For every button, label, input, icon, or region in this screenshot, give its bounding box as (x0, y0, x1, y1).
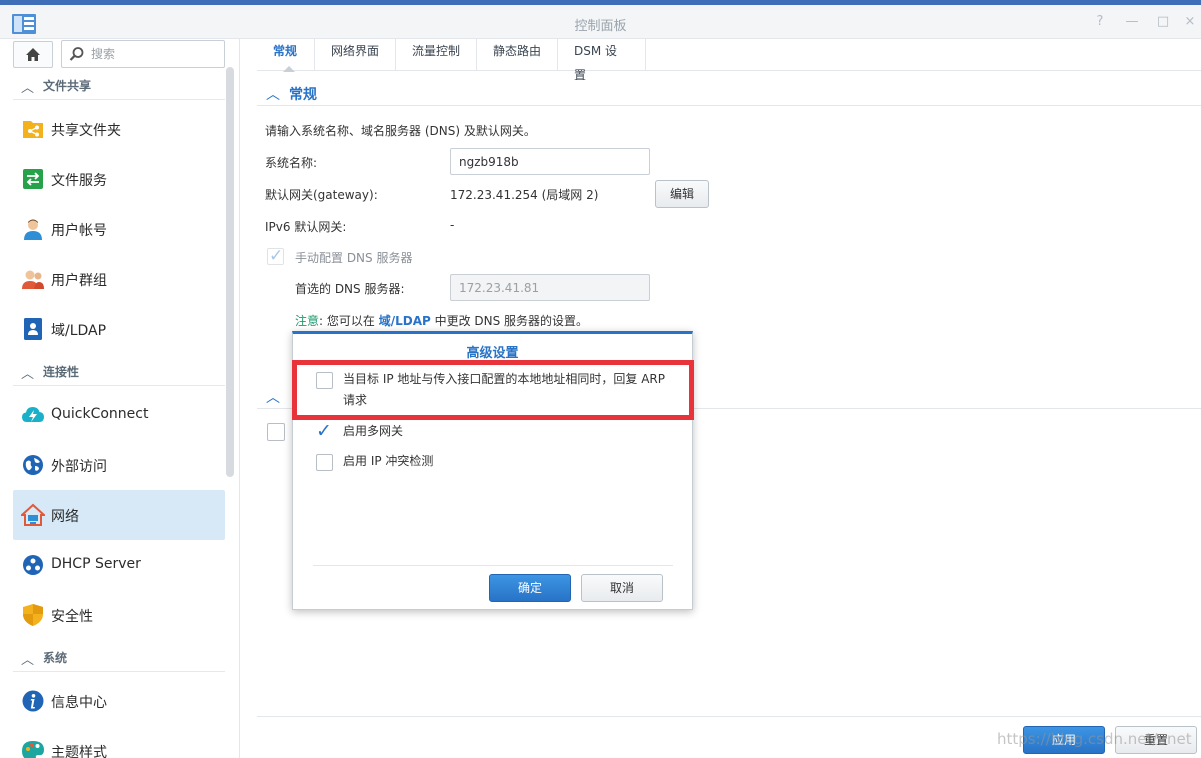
server-name-input[interactable] (450, 148, 650, 175)
sidebar-item-domain-ldap[interactable]: 域/LDAP (13, 304, 225, 354)
gateway-value: 172.23.41.254 (局域网 2) (450, 188, 599, 202)
sidebar-item-label: 主题样式 (51, 745, 107, 758)
sidebar-item-label: 文件服务 (51, 173, 107, 189)
sidebar-scrollbar[interactable] (226, 67, 234, 477)
chevron-up-icon: ︿ (21, 367, 35, 382)
tab-dsm-settings[interactable]: DSM 设置 (558, 39, 646, 82)
preferred-dns-label: 首选的 DNS 服务器: (295, 282, 405, 296)
checkmark-icon: ✓ (269, 246, 284, 266)
sidebar-item-shared-folder[interactable]: 共享文件夹 (13, 104, 225, 154)
sidebar-item-network[interactable]: 网络 (13, 490, 225, 540)
sidebar-item-external-access[interactable]: 外部访问 (13, 440, 225, 490)
watermark-text: https://blog.csdn.net/..net (997, 730, 1192, 748)
multi-gateway-checkbox[interactable]: ✓ (316, 420, 333, 442)
tab-static-route[interactable]: 静态路由 (477, 39, 558, 71)
background-checkbox[interactable] (267, 423, 285, 441)
user-icon (24, 219, 42, 240)
general-description: 请输入系统名称、域名服务器 (DNS) 及默认网关。 (265, 124, 536, 138)
chevron-up-icon: ︿ (21, 653, 35, 668)
sidebar-item-theme[interactable]: 主题样式 (13, 726, 225, 758)
section-general-title: 常规 (289, 87, 317, 103)
dialog-ok-button[interactable]: 确定 (489, 574, 571, 602)
sidebar-item-label: 共享文件夹 (51, 123, 121, 139)
section-label: 系统 (43, 651, 68, 665)
section-file-sharing[interactable]: ︿ 文件共享 (13, 70, 225, 100)
note-text-post: 中更改 DNS 服务器的设置。 (430, 314, 589, 328)
sidebar-item-info-center[interactable]: 信息中心 (13, 676, 225, 726)
note-text-pre: : 您可以在 (319, 314, 379, 328)
sidebar-item-label: 用户群组 (51, 273, 107, 289)
dialog-cancel-button[interactable]: 取消 (581, 574, 663, 602)
dns-note: 注意: 您可以在 域/LDAP 中更改 DNS 服务器的设置。 (295, 312, 588, 329)
chevron-up-icon: ︿ (21, 81, 35, 96)
ipv6-gateway-value: - (450, 218, 455, 232)
tab-general[interactable]: 常规 (257, 39, 315, 72)
chevron-up-icon: ︿ (266, 390, 280, 406)
shared-folder-icon (23, 121, 43, 138)
server-name-label: 系统名称: (265, 156, 318, 170)
search-icon (69, 47, 84, 61)
info-icon (22, 690, 44, 712)
home-button[interactable] (13, 41, 53, 68)
domain-ldap-icon (24, 318, 42, 340)
sidebar-item-group[interactable]: 用户群组 (13, 254, 225, 304)
sidebar-item-file-services[interactable]: 文件服务 (13, 154, 225, 204)
section-label: 连接性 (43, 365, 80, 379)
section-system[interactable]: ︿ 系统 (13, 642, 225, 672)
external-access-icon (23, 455, 43, 475)
network-home-icon (21, 503, 45, 526)
file-services-icon (23, 169, 43, 189)
sidebar-item-label: 用户帐号 (51, 223, 107, 239)
search-box[interactable] (61, 40, 225, 68)
dialog-title: 高级设置 (466, 346, 519, 361)
tab-network-interface[interactable]: 网络界面 (315, 39, 396, 71)
chevron-up-icon: ︿ (266, 87, 280, 103)
maximize-icon[interactable]: □ (1155, 14, 1171, 30)
preferred-dns-input[interactable] (450, 274, 650, 301)
title-bar: 控制面板 ? — □ × (0, 5, 1201, 39)
sidebar-item-user[interactable]: 用户帐号 (13, 204, 225, 254)
sidebar-item-label: DHCP Server (51, 556, 141, 572)
home-icon (26, 48, 40, 61)
close-icon[interactable]: × (1182, 14, 1198, 30)
sidebar-item-label: 域/LDAP (51, 323, 107, 339)
section-connectivity[interactable]: ︿ 连接性 (13, 356, 225, 386)
section-label: 文件共享 (43, 79, 92, 93)
sidebar: ︿ 文件共享 共享文件夹 文件服务 用户帐号 用户群组 (0, 39, 240, 758)
tab-bar: 常规 网络界面 流量控制 静态路由 DSM 设置 (257, 39, 1201, 82)
sidebar-item-label: 安全性 (51, 609, 93, 625)
window-title: 控制面板 (574, 19, 627, 34)
ip-conflict-checkbox[interactable] (316, 454, 333, 471)
group-icon (22, 270, 44, 289)
checkmark-icon: ✓ (316, 420, 332, 442)
sidebar-item-label: 信息中心 (51, 695, 107, 711)
highlight-annotation-box (292, 360, 694, 420)
sidebar-item-label: 网络 (51, 509, 79, 525)
tab-traffic-control[interactable]: 流量控制 (396, 39, 477, 71)
theme-palette-icon (22, 741, 44, 758)
dhcp-icon (23, 555, 43, 575)
search-input[interactable] (91, 45, 219, 63)
sidebar-item-quickconnect[interactable]: QuickConnect (13, 390, 225, 440)
dialog-divider (313, 565, 673, 566)
gateway-label: 默认网关(gateway): (265, 188, 378, 202)
section-general-header[interactable]: ︿ 常规 (257, 80, 1201, 106)
domain-ldap-link[interactable]: 域/LDAP (379, 314, 431, 328)
manual-dns-checkbox[interactable]: ✓ (267, 246, 284, 266)
edit-gateway-button[interactable]: 编辑 (655, 180, 709, 208)
manual-dns-label: 手动配置 DNS 服务器 (295, 251, 413, 265)
sidebar-item-dhcp-server[interactable]: DHCP Server (13, 540, 225, 590)
sidebar-item-label: 外部访问 (51, 459, 107, 475)
quickconnect-icon (22, 407, 44, 422)
ip-conflict-label: 启用 IP 冲突检测 (343, 454, 434, 468)
security-shield-icon (23, 604, 43, 626)
sidebar-item-label: QuickConnect (51, 406, 149, 422)
ipv6-gateway-label: IPv6 默认网关: (265, 220, 347, 234)
minimize-icon[interactable]: — (1124, 14, 1140, 30)
multi-gateway-label: 启用多网关 (343, 424, 404, 438)
note-label: 注意 (295, 314, 320, 328)
footer-divider (257, 716, 1201, 717)
sidebar-item-security[interactable]: 安全性 (13, 590, 225, 640)
help-icon[interactable]: ? (1092, 14, 1108, 30)
